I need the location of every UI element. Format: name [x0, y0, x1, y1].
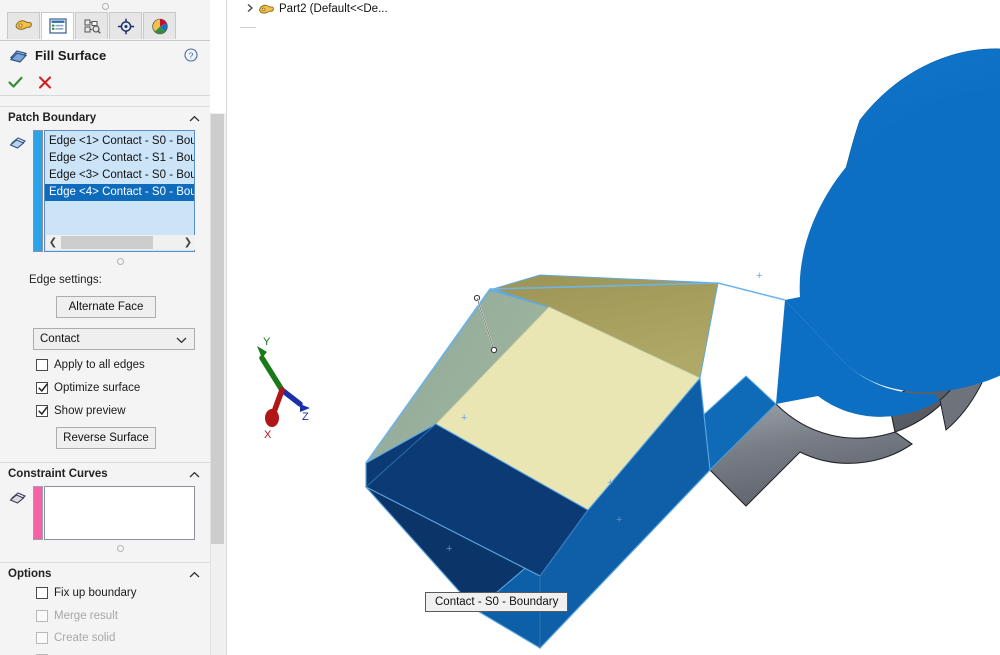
tab-display-manager[interactable]	[143, 12, 176, 39]
property-manager-header: Fill Surface	[0, 41, 210, 69]
help-icon[interactable]: ?	[184, 48, 198, 65]
leader-end-point	[490, 346, 498, 354]
triad-z-label: Z	[302, 411, 309, 423]
panel-splitter[interactable]	[226, 0, 468, 655]
edge-callout[interactable]: Contact - S0 - Boundary	[425, 592, 569, 612]
tab-configuration-manager[interactable]	[75, 12, 108, 39]
edge-list-item[interactable]: Edge <2> Contact - S1 - Bou	[45, 150, 194, 167]
triad-x-label: X	[264, 429, 272, 441]
section-header-patch-boundary[interactable]: Patch Boundary	[0, 106, 210, 128]
checkbox-box	[36, 609, 48, 622]
constraint-curves-selection-indicator	[33, 486, 43, 540]
constraint-curves-selection-box[interactable]	[44, 486, 195, 540]
checkbox-box[interactable]	[36, 358, 48, 371]
checkbox-label: Merge result	[54, 609, 118, 622]
options-checkbox: Create solid	[36, 630, 115, 645]
patch-boundary-title: Patch Boundary	[8, 111, 97, 124]
model-3d-view[interactable]: Y Z X	[240, 0, 1000, 655]
patch-boundary-checkbox[interactable]: Apply to all edges	[36, 357, 145, 372]
panel-handle-dot	[101, 2, 109, 10]
tab-feature-manager[interactable]	[7, 12, 40, 39]
property-list-icon	[48, 18, 67, 34]
edge-selection-icon	[9, 135, 28, 153]
constraint-curves-title: Constraint Curves	[8, 467, 108, 480]
face-center-marker: +	[616, 514, 623, 526]
panel-collapse-handle[interactable]	[0, 0, 210, 12]
edge-list-item[interactable]: Edge <1> Contact - S0 - Bou	[45, 133, 194, 150]
triad-y-label: Y	[263, 336, 271, 348]
checkbox-label: Apply to all edges	[54, 358, 145, 371]
accept-button[interactable]	[0, 72, 30, 94]
hscroll-thumb[interactable]	[61, 236, 153, 249]
fill-surface-icon	[9, 48, 28, 63]
patch-boundary-checkbox[interactable]: Show preview	[36, 403, 126, 418]
chevron-right-icon[interactable]: ❯	[181, 235, 195, 250]
chevron-up-icon[interactable]	[189, 468, 200, 482]
curvature-control-value: Contact	[40, 333, 80, 345]
chevron-down-icon[interactable]	[176, 335, 187, 347]
patch-boundary-edge-list[interactable]: Edge <1> Contact - S0 - Bou Edge <2> Cont…	[44, 130, 195, 252]
options-checkbox: Merge result	[36, 608, 118, 623]
checkbox-label: Optimize surface	[54, 381, 141, 394]
property-manager-panel: Fill Surface ? Patch Boundary Edge <1> C…	[0, 0, 210, 655]
page-title: Fill Surface	[35, 47, 107, 63]
edge-list-item[interactable]: Edge <3> Contact - S0 - Bou	[45, 167, 194, 184]
alternate-face-button[interactable]: Alternate Face	[56, 296, 156, 318]
display-palette-icon	[151, 18, 168, 34]
edge-list-hscrollbar[interactable]: ❮ ❯	[46, 235, 195, 250]
checkbox-box[interactable]	[36, 404, 48, 417]
face-center-marker: +	[607, 477, 614, 489]
checkbox-box[interactable]	[36, 381, 48, 394]
feature-tree-icon	[15, 19, 32, 30]
manager-tab-strip	[0, 12, 210, 41]
face-center-marker: +	[756, 270, 763, 282]
checkbox-label: Create solid	[54, 631, 116, 644]
cancel-button[interactable]	[30, 72, 60, 94]
section-header-options[interactable]: Options	[0, 562, 210, 584]
constraint-curves-resize-handle[interactable]	[117, 545, 124, 552]
edge-settings-label: Edge settings:	[29, 274, 102, 286]
checkbox-label: Show preview	[54, 404, 126, 417]
face-center-marker: +	[461, 412, 468, 424]
tab-dimxpert-manager[interactable]	[109, 12, 142, 39]
reverse-surface-button[interactable]: Reverse Surface	[56, 427, 156, 449]
property-manager-actions	[0, 70, 210, 96]
patch-boundary-resize-handle[interactable]	[117, 258, 124, 265]
curve-selection-icon	[9, 490, 28, 508]
patch-boundary-selection-indicator	[33, 130, 43, 252]
chevron-left-icon[interactable]: ❮	[46, 235, 60, 250]
patch-boundary-checkbox[interactable]: Optimize surface	[36, 380, 140, 395]
coordinate-triad[interactable]: Y Z X	[257, 336, 310, 441]
face-center-marker: +	[446, 543, 453, 555]
section-header-constraint-curves[interactable]: Constraint Curves	[0, 462, 210, 484]
svg-text:?: ?	[189, 50, 194, 60]
configuration-icon	[84, 19, 101, 34]
tab-property-manager[interactable]	[41, 12, 74, 40]
graphics-area[interactable]: Part2 (Default<<De... Y Z X + + + + + Co…	[240, 0, 1000, 655]
panel-scrollbar-thumb[interactable]	[211, 114, 224, 544]
chevron-up-icon[interactable]	[189, 568, 200, 582]
checkbox-box	[36, 631, 48, 644]
curvature-control-dropdown[interactable]: Contact	[33, 328, 195, 350]
chevron-up-icon[interactable]	[189, 112, 200, 126]
options-title: Options	[8, 567, 52, 580]
options-checkbox[interactable]: Fix up boundary	[36, 585, 136, 600]
edge-list-item[interactable]: Edge <4> Contact - S0 - Bou	[45, 184, 194, 201]
checkbox-box[interactable]	[36, 586, 48, 599]
dimxpert-icon	[117, 18, 134, 34]
checkbox-label: Fix up boundary	[54, 586, 137, 599]
